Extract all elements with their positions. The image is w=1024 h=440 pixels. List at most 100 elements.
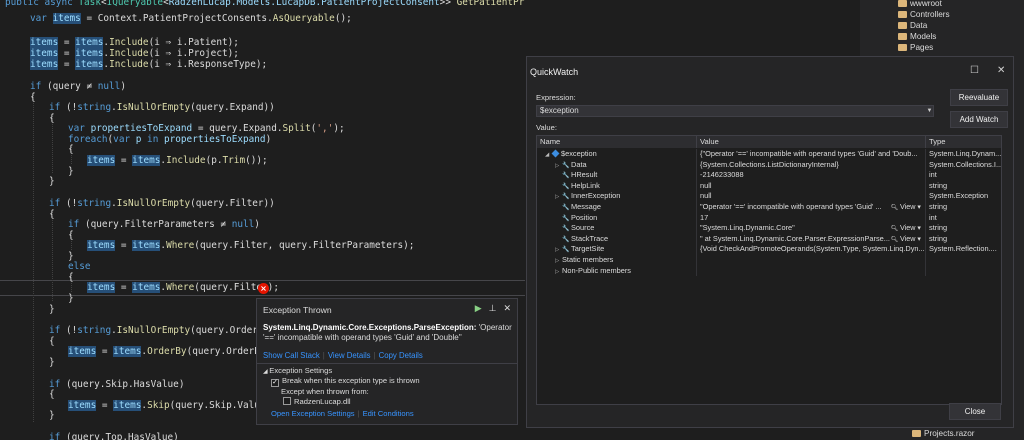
expand-arrow-icon[interactable]: ▷ [555,192,562,202]
watch-value-text: "System.Linq.Dynamic.Core" [700,223,795,233]
code-token: = [96,346,114,357]
edit-conditions-link[interactable]: Edit Conditions [363,409,414,418]
code-line: { [49,207,55,223]
chevron-down-icon[interactable]: ▾ [915,223,921,232]
view-visualizer-button[interactable]: 🔍︎ View ▾ [890,223,921,234]
folder-icon [898,0,907,7]
watch-value-text: null [700,191,712,201]
code-token: ); [333,123,345,134]
code-token: (p. [205,155,223,166]
highlighted-symbol: items [132,240,161,251]
expand-arrow-icon[interactable]: ▷ [555,267,562,277]
watch-name: $exception [561,149,597,158]
watch-name: InnerException [571,191,621,201]
code-token: ()); [245,155,268,166]
code-token: (query.Skip.HasValue) [65,379,185,390]
open-exception-settings-link[interactable]: Open Exception Settings [271,409,355,418]
chevron-down-icon[interactable]: ▾ [915,234,921,243]
code-line: if (query ≠ null) [30,79,126,95]
code-token: (! [65,325,78,336]
view-visualizer-button[interactable]: 🔍︎ View ▾ [890,202,921,213]
close-icon[interactable]: ✕ [997,65,1005,76]
highlighted-symbol: items [30,59,59,70]
maximize-icon[interactable]: ☐ [970,65,979,76]
pin-icon[interactable]: ⊥ [489,303,497,314]
value-grid[interactable]: Name Value Type ◢ $exception {"Operator '=… [536,135,1002,405]
expand-arrow-icon[interactable]: ▷ [555,245,562,255]
watch-row[interactable]: 🔧 HelpLink null string [537,180,1001,192]
watch-value-text: null [700,180,712,190]
view-visualizer-button[interactable]: 🔍︎ View ▾ [890,233,921,245]
checkbox-checked[interactable]: ✓ [271,379,279,387]
watch-row[interactable]: 🔧 Message "Operator '==' incompatible with… [537,202,1001,213]
magnifier-icon: 🔍︎ [890,226,900,233]
show-call-stack-link[interactable]: Show Call Stack [263,351,320,360]
copy-details-link[interactable]: Copy Details [379,351,423,360]
watch-value-text: {"Operator '==' incompatible with operan… [700,149,918,158]
chevron-down-icon[interactable]: ▼ [925,106,934,116]
expand-arrow-icon[interactable]: ▷ [555,256,562,266]
code-line: } [49,355,55,371]
watch-row[interactable]: ▷ 🔧 Data {System.Collections.ListDictionary… [537,159,1001,171]
watch-row[interactable]: 🔧 Source "System.Linq.Dynamic.Core" 🔍︎ View… [537,223,1001,234]
close-button[interactable]: Close [949,403,1001,420]
code-token: IsNullOrEmpty [116,198,191,209]
add-watch-button[interactable]: Add Watch [950,111,1008,128]
close-icon[interactable]: ✕ [503,303,511,314]
view-details-link[interactable]: View Details [328,351,371,360]
watch-row[interactable]: ▷ Non-Public members [537,265,1001,277]
expression-input[interactable]: $exception [536,105,934,117]
explorer-item-label: Models [910,32,937,41]
watch-name: Data [571,159,587,169]
property-icon: 🔧 [562,226,570,233]
code-token: async [44,0,79,8]
dll-checkbox[interactable]: RadzenLucap.dll [283,397,351,406]
watch-type: string [929,202,948,211]
column-header-name[interactable]: Name [537,136,697,148]
error-icon[interactable]: × [258,283,269,294]
code-token: IsNullOrEmpty [116,102,191,113]
watch-row[interactable]: ▷ 🔧 InnerException null System.Exception [537,191,1001,202]
watch-type: int [929,212,937,222]
watch-row[interactable]: 🔧 HResult -2146233088 int [537,170,1001,181]
expand-arrow-icon[interactable]: ◢ [545,150,552,160]
code-token: } [49,357,55,368]
watch-row[interactable]: ▷ Static members [537,255,1001,266]
code-line: items = items.OrderBy(query.OrderBy); [68,344,277,360]
code-token: } [49,176,55,187]
explorer-item[interactable]: Projects.razor [912,428,975,440]
explorer-item-label: wwwroot [910,0,942,8]
watch-row[interactable]: 🔧 Position 17 int [537,212,1001,224]
column-header-type[interactable]: Type [926,136,1001,148]
code-line: { [68,142,74,158]
highlighted-symbol: items [87,282,116,293]
property-icon: 🔧 [562,205,570,211]
highlighted-symbol: items [52,13,81,24]
magnifier-icon: 🔍︎ [890,236,900,243]
watch-name: StackTrace [571,233,609,243]
watch-row[interactable]: ▷ 🔧 TargetSite {Void CheckAndPromoteOperand… [537,244,1001,255]
column-header-value[interactable]: Value [697,136,926,148]
code-token: RadzenLucap.Models.LucapDB.PatientProjec… [168,0,440,8]
property-icon: 🔧 [562,215,570,222]
watch-type: System.Exception [929,191,989,201]
highlighted-symbol: items [113,400,142,411]
checkbox-unchecked[interactable] [283,397,291,405]
code-line: var items = Context.PatientProjectConsen… [30,11,352,27]
code-token: Where [166,282,195,293]
code-token: public [5,0,45,8]
watch-row[interactable]: ◢ $exception {"Operator '==' incompatible … [537,149,1001,160]
code-token: { [49,389,55,400]
expand-arrow-icon[interactable]: ▷ [555,161,562,171]
watch-value-text: {Void CheckAndPromoteOperands(System.Typ… [700,244,925,254]
continue-icon[interactable]: ▶ [475,303,482,314]
chevron-down-icon[interactable]: ▾ [915,202,921,211]
exception-settings-header[interactable]: ◢ Exception Settings [263,366,332,375]
code-token: (query [46,81,87,92]
reevaluate-button[interactable]: Reevaluate [950,89,1008,106]
code-token: Where [166,240,195,251]
break-when-thrown-checkbox[interactable]: ✓ Break when this exception type is throw… [271,376,420,387]
watch-row[interactable]: 🔧 StackTrace " at System.Linq.Dynamic.Core… [537,233,1001,245]
explorer-item[interactable]: Pages [898,42,933,54]
code-token: } [49,410,55,421]
